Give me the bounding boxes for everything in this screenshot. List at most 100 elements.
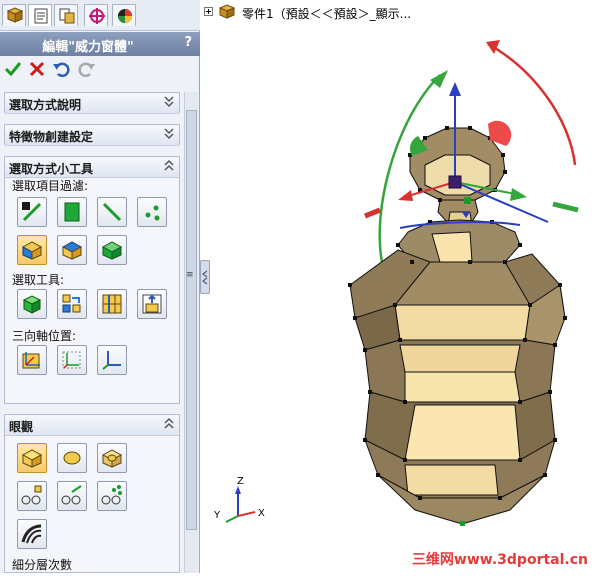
rotation-arrow-green[interactable] [430, 70, 448, 88]
dimxpert-tab[interactable] [84, 4, 108, 26]
redo-icon [78, 62, 95, 78]
group-title: 特徵物創建設定 [9, 130, 94, 144]
rotation-ring-red[interactable] [487, 42, 577, 166]
vertex-icon [145, 205, 160, 221]
triad-axes-icon [102, 351, 121, 370]
configuration-manager-icon [59, 8, 75, 24]
feature-manager-tab[interactable] [2, 4, 26, 26]
3d-model-view[interactable]: Z X Y [204, 22, 602, 573]
axis-z-label: Z [237, 476, 244, 487]
display-glasses-points-button[interactable] [97, 481, 127, 511]
solid-top-icon [61, 241, 83, 260]
yellow-box-icon [21, 449, 43, 468]
triad-center-button[interactable] [17, 345, 47, 375]
page-title: 編輯"威力窗體" [42, 40, 134, 55]
display-header[interactable]: 眼觀 [5, 415, 179, 436]
scrollbar-thumb[interactable] [186, 110, 197, 530]
chevron-down-icon [164, 128, 174, 140]
configuration-manager-tab[interactable] [54, 4, 78, 26]
display-box-button[interactable] [17, 443, 47, 473]
display-cage-button[interactable] [97, 443, 127, 473]
display-glasses-vertex-button[interactable] [17, 481, 47, 511]
select-loop-button[interactable] [97, 289, 127, 319]
display-zebra-button[interactable] [17, 519, 47, 549]
grid-arrows-icon [62, 294, 81, 313]
property-manager-icon [34, 8, 48, 24]
solid-select-icon [21, 241, 43, 260]
undo-icon [53, 62, 70, 78]
edge-icon [102, 202, 122, 222]
solid-green-icon [101, 241, 123, 260]
selection-tools-group: 選取方式小工具 選取項目過濾: 選取工具: 三向軸位置: [4, 156, 180, 404]
subdivision-label: 細分層次數 [12, 558, 73, 572]
feature-settings-group: 特徵物創建設定 [4, 124, 180, 146]
grip-icon: ≡ [186, 270, 194, 280]
display-manager-tab[interactable] [112, 4, 136, 26]
filter-edge-button[interactable] [97, 197, 127, 227]
help-button[interactable]: ? [184, 35, 192, 50]
bottom-vertex-marker [460, 521, 465, 526]
axis-x-label: X [258, 508, 265, 519]
checkmark-icon [4, 62, 22, 77]
axis-y-label: Y [213, 510, 221, 521]
close-icon [29, 61, 45, 77]
glasses-points-icon [101, 485, 122, 505]
chevron-down-icon [164, 96, 174, 108]
display-manager-icon [118, 9, 132, 23]
triad-label: 三向軸位置: [12, 329, 77, 343]
display-smooth-button[interactable] [57, 443, 87, 473]
expand-icon[interactable] [204, 7, 213, 16]
filter-face-button[interactable] [57, 197, 87, 227]
chevron-up-icon [164, 417, 174, 429]
cage-box-icon [101, 449, 123, 468]
dimxpert-icon [89, 8, 105, 24]
filter-solid-face-button[interactable] [17, 235, 47, 265]
tools-label: 選取工具: [12, 273, 65, 287]
filter-edge-vertex-button[interactable] [17, 197, 47, 227]
filter-solid-top-button[interactable] [57, 235, 87, 265]
triad-origin-button[interactable] [57, 345, 87, 375]
cancel-button[interactable] [28, 60, 48, 80]
smooth-ellipse-icon [63, 451, 81, 465]
graphics-viewport[interactable]: Z X Y [204, 22, 602, 573]
filter-solid-green-button[interactable] [97, 235, 127, 265]
panel-scrollbar[interactable] [184, 92, 198, 573]
action-buttons [0, 58, 200, 82]
glasses-edge-icon [61, 485, 82, 505]
group-title: 選取方式小工具 [9, 162, 94, 176]
select-body-button[interactable] [17, 289, 47, 319]
glasses-vertex-icon [21, 485, 42, 505]
part-name-label: 零件1（預設＜＜預設＞_顯示... [242, 7, 412, 21]
feature-manager-icon [6, 7, 24, 23]
undo-button[interactable] [52, 60, 72, 80]
edge-vertex-icon [22, 202, 42, 222]
face-icon [64, 202, 80, 222]
property-manager-panel: 編輯"威力窗體" ? 選取方式說明 特徵物創建設定 選取方式小工具 選取項目過濾… [0, 0, 200, 573]
part-icon [218, 4, 236, 19]
property-manager-titlebar: 編輯"威力窗體" ? [0, 32, 200, 56]
watermark-text: 三维网www.3dportal.cn [411, 552, 588, 568]
group-title: 眼觀 [9, 420, 34, 434]
feature-settings-header[interactable]: 特徵物創建設定 [5, 125, 179, 146]
green-cube-icon [22, 295, 42, 314]
group-title: 選取方式說明 [9, 98, 82, 112]
display-group: 眼觀 細分層次數 [4, 414, 180, 573]
manager-tabs [0, 0, 200, 31]
selection-help-header[interactable]: 選取方式說明 [5, 93, 179, 114]
triad-corner-icon [62, 351, 81, 369]
ok-button[interactable] [4, 60, 24, 80]
select-grow-button[interactable] [57, 289, 87, 319]
zebra-stripes-icon [21, 524, 42, 544]
property-manager-tab[interactable] [28, 4, 52, 26]
redo-button[interactable] [78, 60, 98, 80]
triad-world-button[interactable] [97, 345, 127, 375]
grid-ring-icon [142, 294, 162, 314]
rotation-arrow-red[interactable] [486, 40, 500, 54]
chevron-up-icon [164, 159, 174, 171]
filter-vertex-button[interactable] [137, 197, 167, 227]
display-glasses-edge-button[interactable] [57, 481, 87, 511]
triad-box-icon [22, 352, 40, 369]
select-ring-button[interactable] [137, 289, 167, 319]
selection-tools-header[interactable]: 選取方式小工具 [5, 157, 179, 178]
reference-triad: Z X Y [213, 476, 265, 523]
